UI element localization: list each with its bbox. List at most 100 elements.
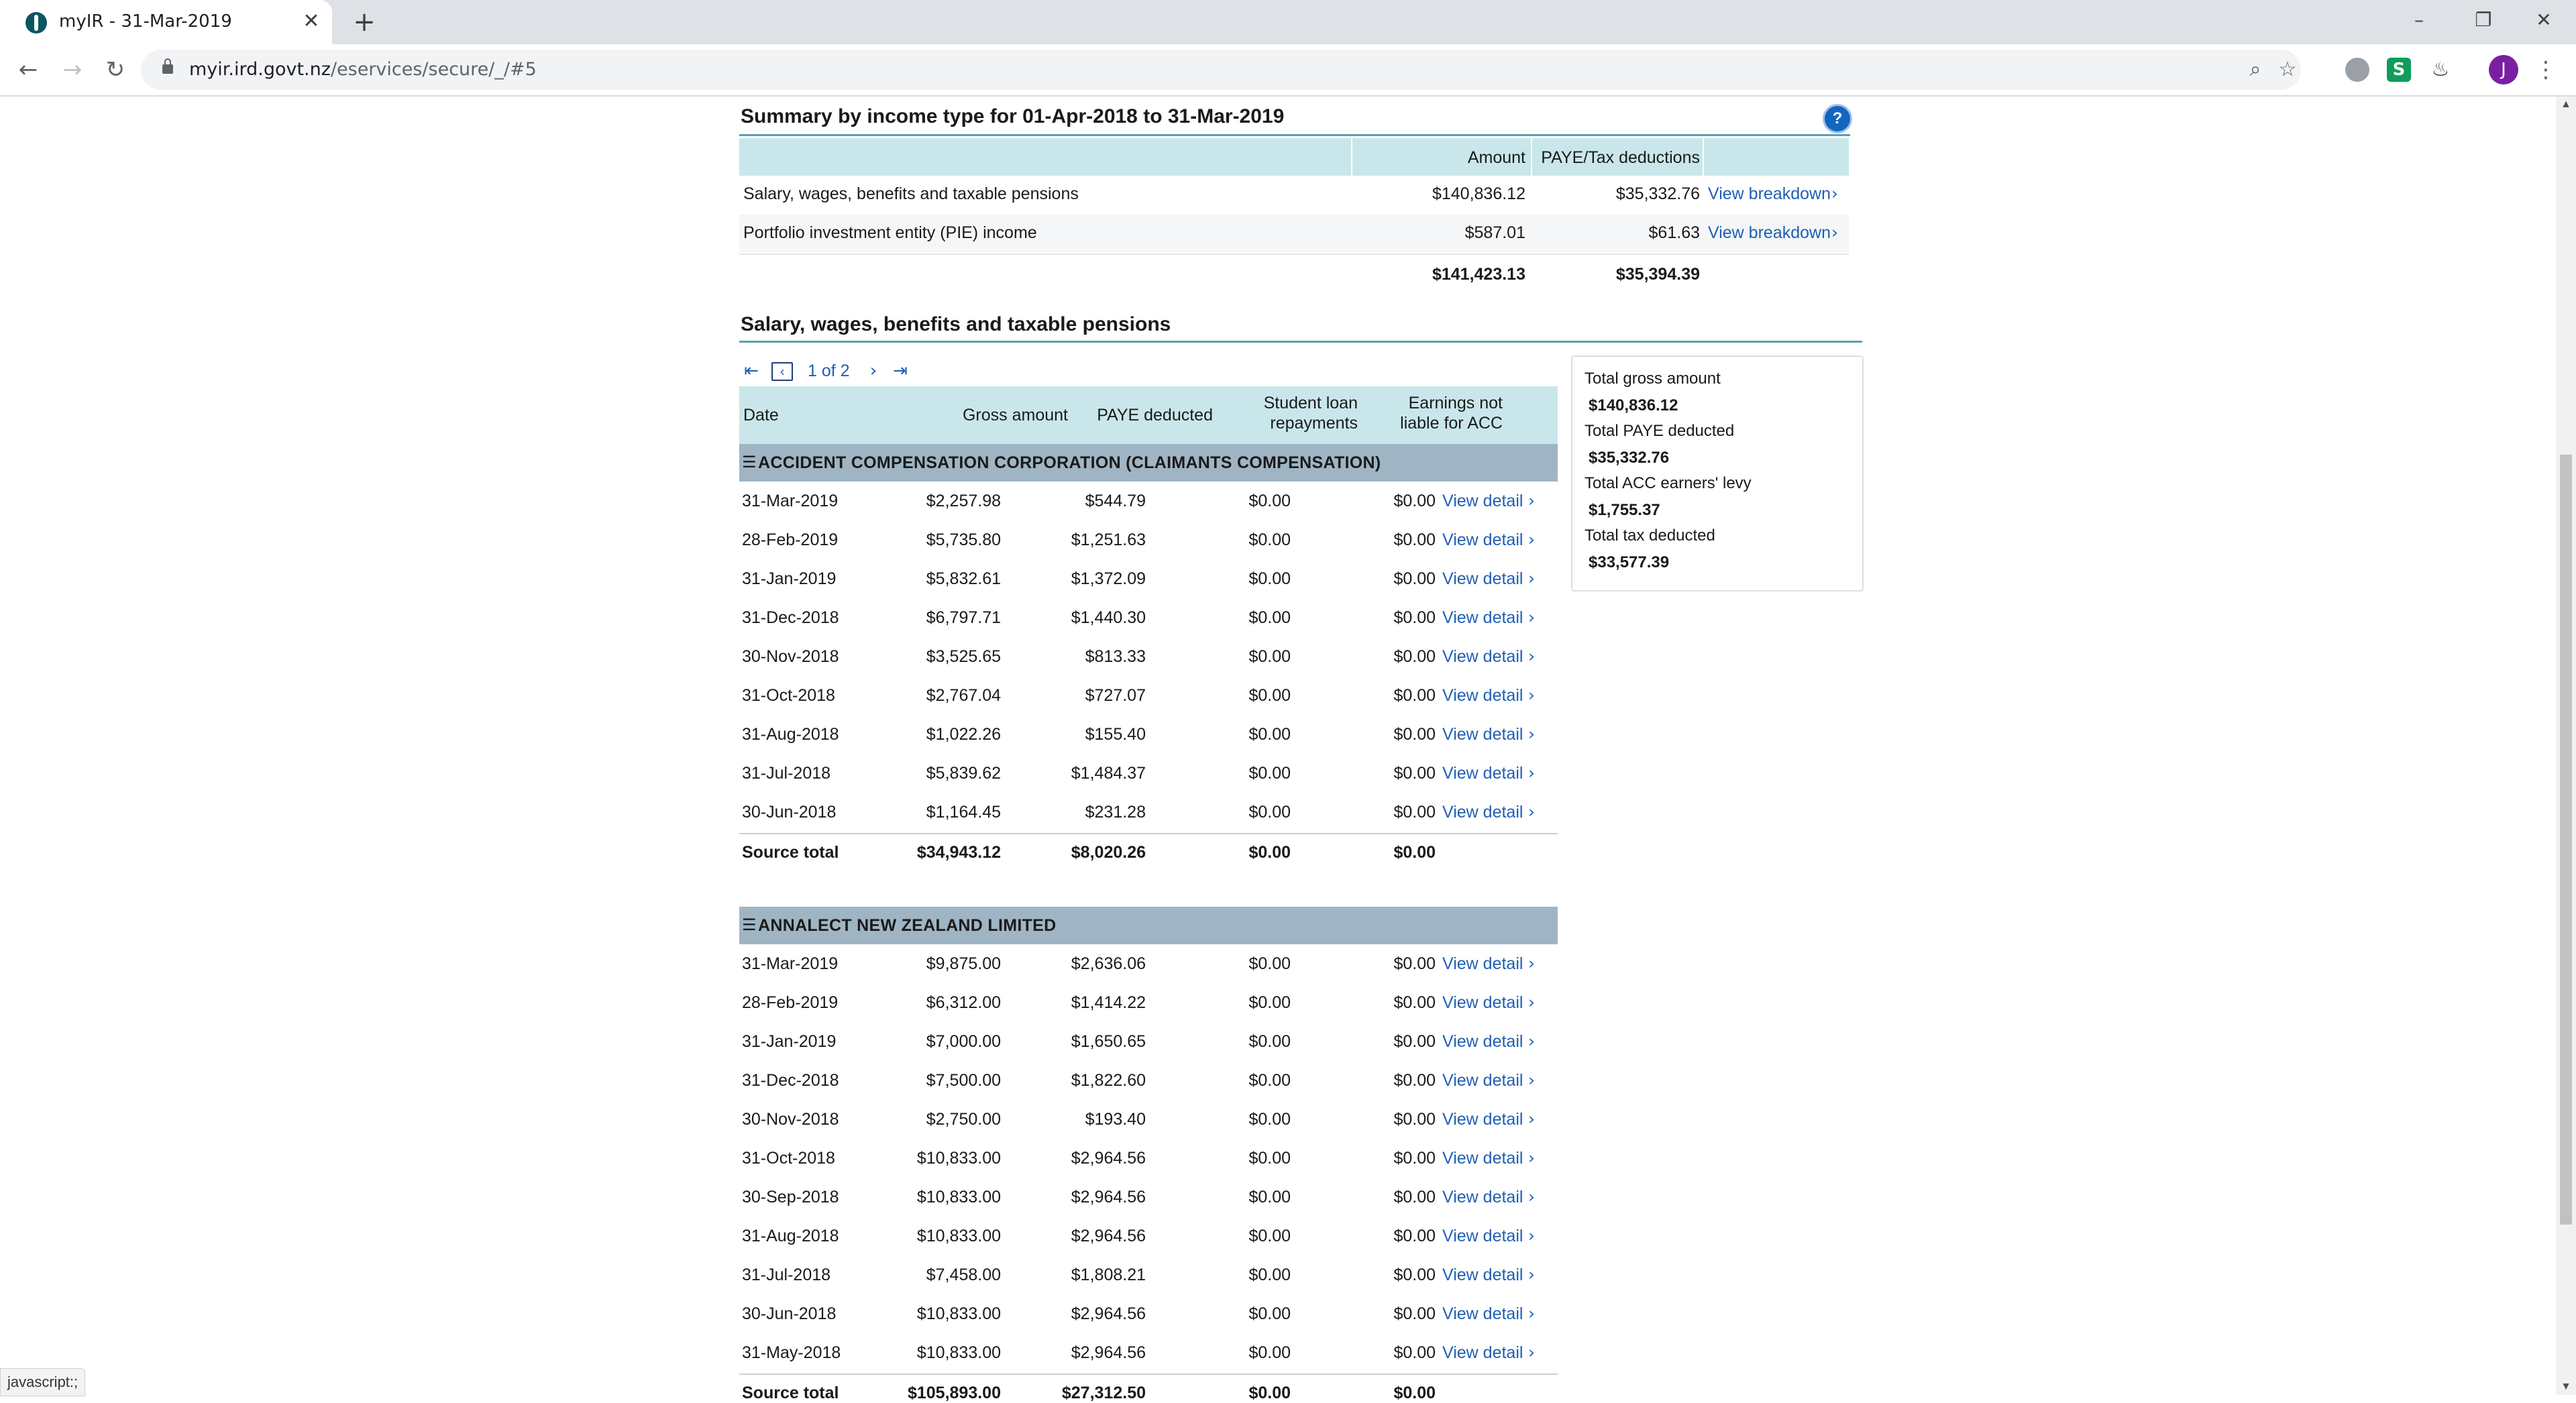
row-gross-amount: $7,000.00 [926,1032,1001,1051]
row-earnings-not-liable: $0.00 [1393,1227,1436,1245]
row-student-loan: $0.00 [1248,764,1291,783]
row-date: 31-Jan-2019 [742,569,837,588]
row-gross-amount: $10,833.00 [916,1227,1001,1245]
row-date: 31-Mar-2019 [742,492,839,510]
help-icon[interactable]: ? [1825,106,1850,131]
previous-page-button[interactable]: ‹ [771,362,793,381]
chevron-right-icon: › [1528,1226,1535,1245]
row-earnings-not-liable: $0.00 [1393,608,1436,627]
row-student-loan: $0.00 [1248,1110,1291,1129]
chevron-right-icon: › [1528,1265,1535,1284]
salary-table-header: Date Gross amount PAYE deducted Student … [739,386,1558,444]
view-detail-link[interactable]: View detail [1442,1109,1523,1129]
row-earnings-not-liable: $0.00 [1393,1343,1436,1362]
view-detail-link[interactable]: View detail [1442,685,1523,706]
totals-summary-box: Total gross amount $140,836.12 Total PAY… [1571,355,1864,592]
row-gross-amount: $5,839.62 [926,764,1001,783]
row-paye-deducted: $1,484.37 [1071,764,1146,783]
close-window-icon[interactable]: ✕ [2524,5,2564,35]
row-date: 31-Mar-2019 [742,954,839,973]
row-paye-deducted: $193.40 [1085,1110,1146,1129]
summary-total-amount: $141,423.13 [1432,265,1525,284]
bookmark-star-icon[interactable]: ☆ [2274,56,2301,83]
next-page-icon[interactable]: › [864,361,883,381]
scroll-up-arrow-icon[interactable]: ▲ [2556,97,2576,113]
row-earnings-not-liable: $0.00 [1393,686,1436,705]
s-extension-icon[interactable]: S [2387,58,2411,82]
chevron-right-icon: › [1528,1031,1535,1051]
view-detail-link[interactable]: View detail [1442,724,1523,744]
minimize-window-icon[interactable]: – [2399,5,2439,35]
new-tab-button[interactable]: + [350,8,378,36]
row-student-loan: $0.00 [1248,608,1291,627]
view-detail-link[interactable]: View detail [1442,569,1523,589]
back-button[interactable]: ← [13,55,43,85]
employer-group-header[interactable]: ☰ ACCIDENT COMPENSATION CORPORATION (CLAI… [739,444,1558,482]
view-detail-link[interactable]: View detail [1442,1304,1523,1324]
view-detail-link[interactable]: View detail [1442,1226,1523,1246]
row-earnings-not-liable: $0.00 [1393,1110,1436,1129]
address-bar[interactable]: myir.ird.govt.nz/eservices/secure/_/#5 ⌕… [141,50,2301,90]
scroll-thumb[interactable] [2560,455,2572,1225]
income-paye: $61.63 [1648,223,1700,242]
browser-menu-icon[interactable]: ⋮ [2534,55,2557,85]
profile-avatar[interactable]: J [2489,55,2518,85]
view-breakdown-link[interactable]: View breakdown [1708,184,1831,204]
zoom-icon[interactable]: ⌕ [2242,56,2269,83]
collapse-handle-icon[interactable]: ☰ [742,916,757,935]
row-student-loan: $0.00 [1248,993,1291,1012]
header-divider [1703,138,1704,176]
row-paye-deducted: $1,372.09 [1071,569,1146,588]
view-detail-link[interactable]: View detail [1442,647,1523,667]
view-detail-link[interactable]: View detail [1442,608,1523,628]
view-detail-link[interactable]: View detail [1442,1187,1523,1207]
view-breakdown-link[interactable]: View breakdown [1708,223,1831,243]
chevron-right-icon: › [1528,1148,1535,1168]
row-earnings-not-liable: $0.00 [1393,1188,1436,1206]
view-detail-link[interactable]: View detail [1442,1031,1523,1052]
row-gross-amount: $6,797.71 [926,608,1001,627]
reload-button[interactable]: ↻ [101,55,130,85]
view-detail-link[interactable]: View detail [1442,530,1523,550]
view-detail-link[interactable]: View detail [1442,491,1523,511]
lock-icon [162,58,173,74]
view-detail-link[interactable]: View detail [1442,763,1523,783]
row-paye-deducted: $544.79 [1085,492,1146,510]
forward-button[interactable]: → [58,55,87,85]
row-gross-amount: $10,833.00 [916,1188,1001,1206]
view-detail-link[interactable]: View detail [1442,1343,1523,1363]
last-page-icon[interactable]: ⇥ [891,361,910,381]
row-earnings-not-liable: $0.00 [1393,1149,1436,1168]
source-total-label: Source total [742,843,839,862]
first-page-icon[interactable]: ⇤ [742,361,761,381]
view-detail-link[interactable]: View detail [1442,954,1523,974]
view-detail-link[interactable]: View detail [1442,1148,1523,1168]
browser-tab[interactable]: myIR - 31-Mar-2019 ✕ [0,0,332,44]
tab-close-icon[interactable]: ✕ [299,9,323,34]
view-detail-link[interactable]: View detail [1442,802,1523,822]
row-student-loan: $0.00 [1248,569,1291,588]
row-date: 31-May-2018 [742,1343,841,1362]
col-earnings-acc-line1: Earnings not [1408,394,1503,412]
url-text: myir.ird.govt.nz/eservices/secure/_/#5 [189,58,537,82]
row-student-loan: $0.00 [1248,725,1291,744]
source-total-earnings: $0.00 [1393,1384,1436,1402]
employer-group-header[interactable]: ☰ ANNALECT NEW ZEALAND LIMITED [739,907,1558,944]
tab-title: myIR - 31-Mar-2019 [59,11,232,32]
total-divider [739,833,1558,834]
total-gross-value: $140,836.12 [1589,396,1678,414]
row-gross-amount: $9,875.00 [926,954,1001,973]
drive-extension-icon[interactable] [2345,58,2369,82]
row-date: 30-Jun-2018 [742,803,837,822]
row-student-loan: $0.00 [1248,954,1291,973]
flame-extension-icon[interactable]: ♨ [2428,58,2453,82]
restore-window-icon[interactable]: ❐ [2463,5,2504,35]
view-detail-link[interactable]: View detail [1442,1070,1523,1090]
scroll-down-arrow-icon[interactable]: ▼ [2556,1379,2576,1395]
col-amount: Amount [1467,148,1525,167]
row-paye-deducted: $2,964.56 [1071,1188,1146,1206]
page-scrollbar[interactable]: ▲ ▼ [2556,97,2576,1395]
collapse-handle-icon[interactable]: ☰ [742,453,757,472]
view-detail-link[interactable]: View detail [1442,1265,1523,1285]
view-detail-link[interactable]: View detail [1442,993,1523,1013]
